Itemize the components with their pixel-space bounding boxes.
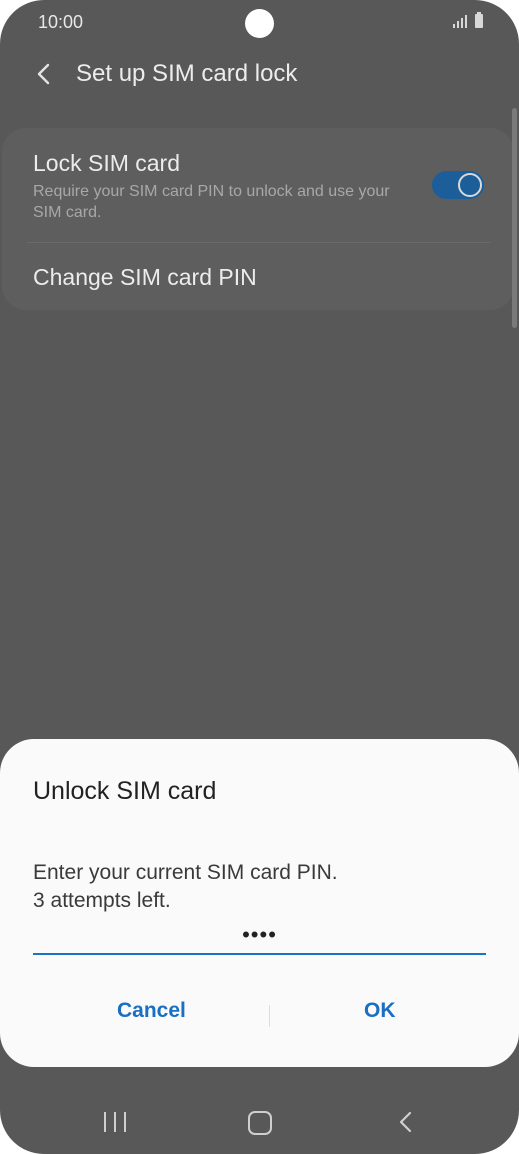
recent-apps-icon[interactable] — [104, 1112, 126, 1132]
dialog-title: Unlock SIM card — [33, 777, 217, 805]
front-camera — [245, 9, 274, 38]
lock-sim-title[interactable]: Lock SIM card — [33, 150, 180, 177]
divider — [27, 242, 491, 243]
lock-sim-toggle[interactable] — [432, 171, 484, 199]
ok-button[interactable]: OK — [364, 999, 396, 1023]
status-time: 10:00 — [38, 12, 84, 32]
phone-screen: 10:00 Set up SIM card lock Lock SIM card… — [0, 0, 519, 1154]
unlock-sim-dialog: Unlock SIM card Enter your current SIM c… — [0, 739, 519, 1067]
signal-icon — [453, 14, 467, 28]
scrollbar[interactable] — [512, 108, 517, 328]
back-icon[interactable] — [398, 1110, 412, 1134]
battery-icon — [475, 12, 483, 28]
home-icon[interactable] — [248, 1111, 272, 1135]
back-arrow-icon[interactable] — [34, 61, 56, 87]
button-separator — [269, 1005, 270, 1027]
status-icons — [453, 12, 483, 28]
settings-card: Lock SIM card Require your SIM card PIN … — [2, 128, 514, 310]
page-title: Set up SIM card lock — [76, 60, 298, 87]
dialog-message: Enter your current SIM card PIN. — [33, 861, 338, 884]
app-header: Set up SIM card lock — [0, 52, 519, 98]
toggle-knob — [458, 173, 482, 197]
change-sim-pin-item[interactable]: Change SIM card PIN — [33, 264, 257, 291]
cancel-button[interactable]: Cancel — [117, 999, 186, 1023]
navigation-bar — [0, 1090, 519, 1154]
lock-sim-description: Require your SIM card PIN to unlock and … — [33, 183, 390, 221]
attempts-left-text: 3 attempts left. — [33, 889, 171, 912]
pin-input[interactable] — [33, 917, 486, 955]
